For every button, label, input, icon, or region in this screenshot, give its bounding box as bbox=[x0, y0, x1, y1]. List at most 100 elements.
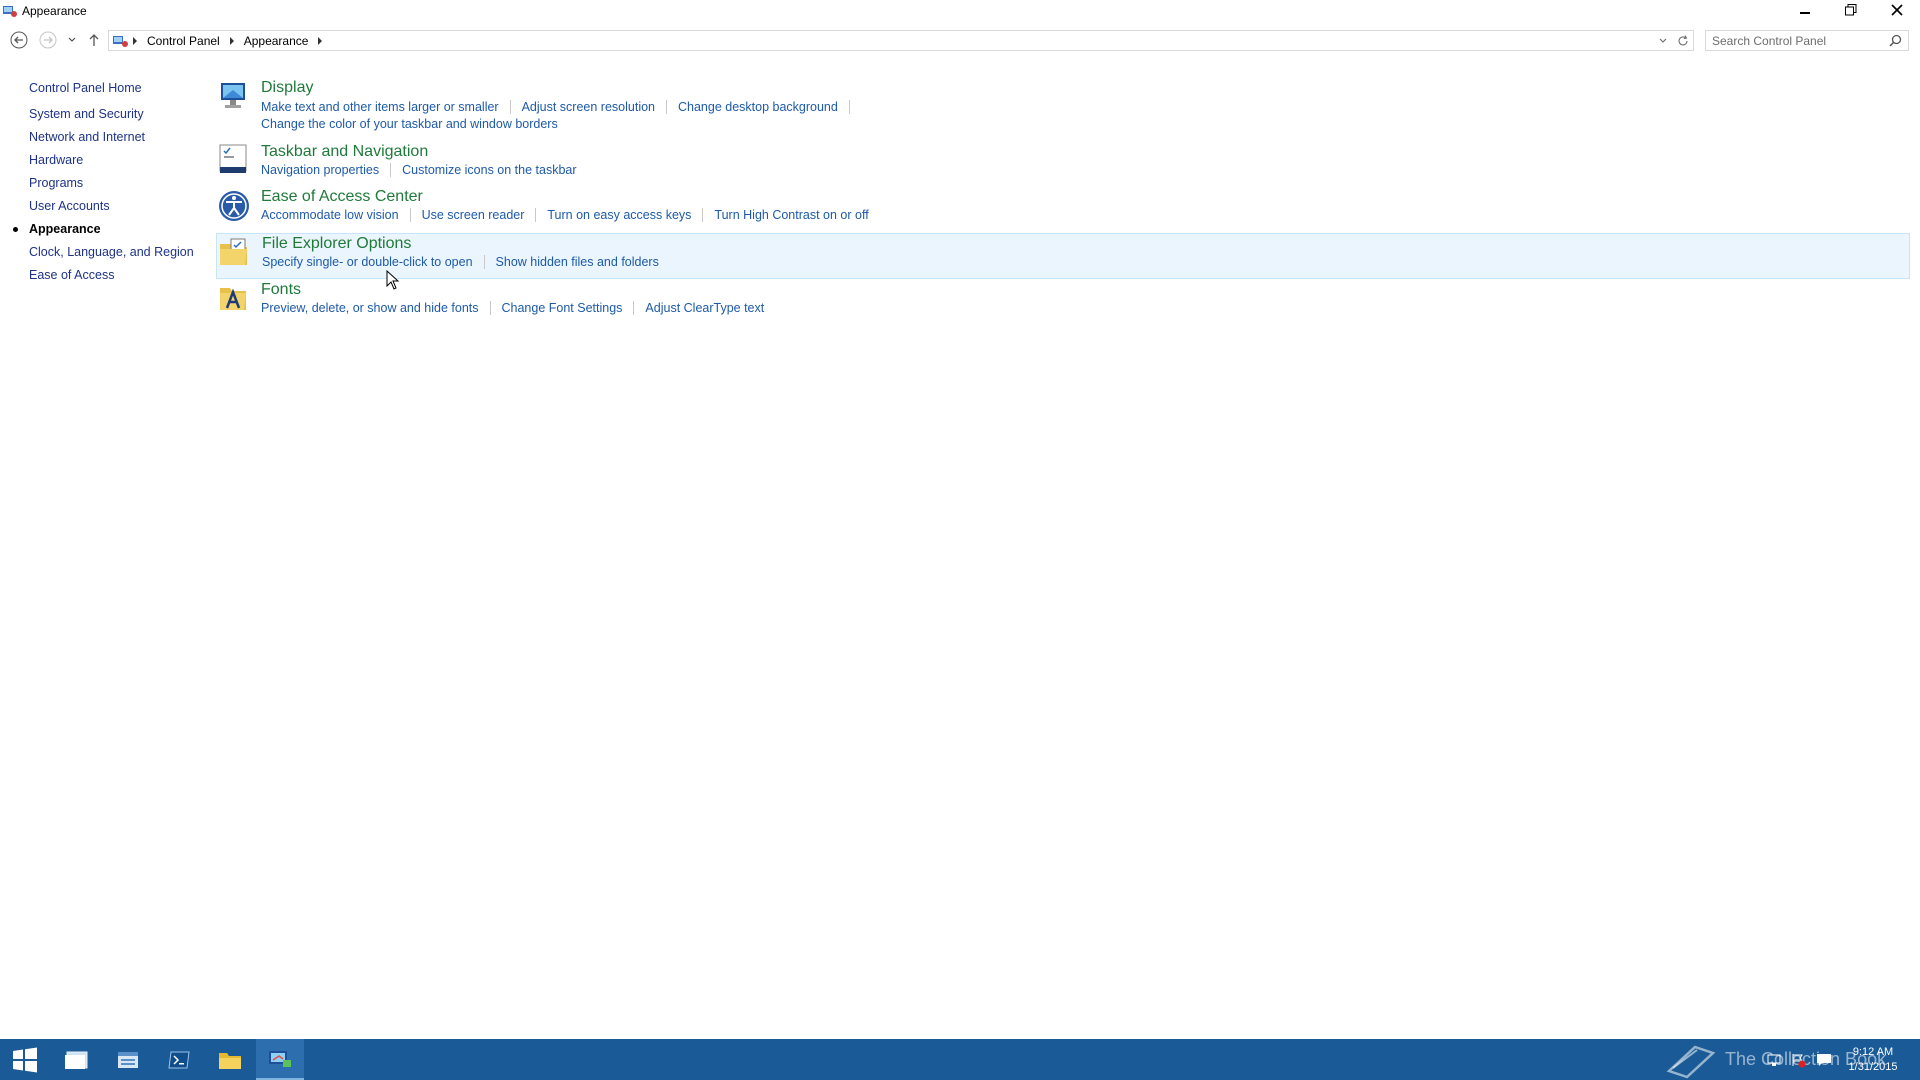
forward-button[interactable] bbox=[38, 30, 58, 50]
folder-window-icon bbox=[65, 1051, 88, 1069]
taskbar-file-explorer-button[interactable] bbox=[205, 1039, 255, 1080]
minimize-button[interactable] bbox=[1782, 0, 1828, 20]
breadcrumb-appearance[interactable]: Appearance bbox=[238, 34, 315, 48]
category-ease-of-access-center: Ease of Access Center Accommodate low vi… bbox=[216, 188, 1910, 228]
address-bar[interactable]: Control Panel Appearance bbox=[108, 30, 1694, 51]
fonts-title[interactable]: Fonts bbox=[261, 281, 301, 299]
close-button[interactable] bbox=[1874, 0, 1920, 20]
refresh-button[interactable] bbox=[1673, 34, 1693, 47]
sidebar-item-appearance[interactable]: Appearance bbox=[29, 222, 101, 236]
book-logo-icon bbox=[1666, 1045, 1716, 1078]
flag-alert-icon bbox=[1792, 1053, 1806, 1067]
back-button[interactable] bbox=[9, 30, 29, 50]
sidebar-item-ease-of-access[interactable]: Ease of Access bbox=[29, 268, 114, 282]
clock-date: 1/31/2015 bbox=[1848, 1060, 1898, 1073]
link-change-font-settings[interactable]: Change Font Settings bbox=[502, 301, 623, 315]
link-single-double-click[interactable]: Specify single- or double-click to open bbox=[262, 255, 473, 269]
search-icon[interactable] bbox=[1889, 34, 1902, 47]
folder-options-icon[interactable] bbox=[217, 235, 253, 271]
link-adjust-cleartype[interactable]: Adjust ClearType text bbox=[645, 301, 764, 315]
link-divider bbox=[483, 255, 485, 269]
link-adjust-screen-resolution[interactable]: Adjust screen resolution bbox=[522, 100, 655, 114]
notifications-tray-button[interactable] bbox=[1810, 1052, 1838, 1068]
address-history-button[interactable] bbox=[1653, 36, 1673, 46]
search-placeholder: Search Control Panel bbox=[1712, 33, 1827, 48]
network-icon bbox=[1767, 1054, 1781, 1066]
link-make-text-larger[interactable]: Make text and other items larger or smal… bbox=[261, 100, 499, 114]
forward-arrow-icon bbox=[39, 31, 57, 49]
message-icon bbox=[1817, 1053, 1831, 1066]
ease-of-access-icon[interactable] bbox=[216, 188, 252, 224]
link-divider bbox=[409, 208, 411, 222]
up-button[interactable] bbox=[84, 30, 104, 50]
chevron-down-icon bbox=[1659, 38, 1667, 43]
fonts-icon[interactable] bbox=[216, 280, 252, 316]
active-bullet-icon bbox=[13, 227, 18, 232]
taskbar-control-panel-button[interactable] bbox=[256, 1039, 304, 1080]
breadcrumb-control-panel[interactable]: Control Panel bbox=[141, 34, 226, 48]
server-manager-icon bbox=[118, 1051, 138, 1068]
chevron-down-icon bbox=[68, 37, 76, 42]
minimize-icon bbox=[1800, 12, 1810, 14]
taskbar-navigation-title[interactable]: Taskbar and Navigation bbox=[261, 143, 428, 161]
breadcrumb-separator-icon[interactable] bbox=[314, 36, 326, 45]
sidebar-item-clock-language-region[interactable]: Clock, Language, and Region bbox=[29, 245, 194, 259]
restore-button[interactable] bbox=[1828, 0, 1874, 20]
display-icon[interactable] bbox=[216, 78, 252, 114]
refresh-icon bbox=[1678, 34, 1688, 45]
control-panel-icon bbox=[2, 3, 18, 19]
control-panel-icon bbox=[113, 35, 128, 47]
close-icon bbox=[1891, 4, 1903, 16]
link-divider bbox=[535, 208, 537, 222]
up-arrow-icon bbox=[89, 34, 99, 46]
link-divider bbox=[509, 100, 511, 114]
ease-of-access-title[interactable]: Ease of Access Center bbox=[261, 188, 423, 206]
window-title: Appearance bbox=[22, 4, 87, 18]
sidebar-item-user-accounts[interactable]: User Accounts bbox=[29, 199, 110, 213]
link-change-taskbar-color[interactable]: Change the color of your taskbar and win… bbox=[261, 117, 558, 131]
system-tray: 9:12 AM 1/31/2015 bbox=[1762, 1039, 1920, 1080]
category-display: Display Make text and other items larger… bbox=[216, 78, 1910, 134]
link-navigation-properties[interactable]: Navigation properties bbox=[261, 163, 379, 177]
link-easy-access-keys[interactable]: Turn on easy access keys bbox=[547, 208, 691, 222]
link-high-contrast[interactable]: Turn High Contrast on or off bbox=[714, 208, 868, 222]
taskbar-server-manager-button[interactable] bbox=[103, 1039, 153, 1080]
taskbar-powershell-button[interactable] bbox=[154, 1039, 204, 1080]
sidebar-item-system-and-security[interactable]: System and Security bbox=[29, 107, 144, 121]
search-input[interactable]: Search Control Panel bbox=[1705, 30, 1909, 51]
link-show-hidden-files[interactable]: Show hidden files and folders bbox=[496, 255, 659, 269]
back-arrow-icon bbox=[10, 31, 28, 49]
clock[interactable]: 9:12 AM 1/31/2015 bbox=[1838, 1045, 1908, 1075]
sidebar-control-panel-home[interactable]: Control Panel Home bbox=[29, 81, 142, 95]
action-center-tray-button[interactable] bbox=[1786, 1052, 1810, 1068]
category-file-explorer-options: File Explorer Options Specify single- or… bbox=[216, 233, 1910, 279]
link-divider bbox=[489, 301, 491, 315]
link-accommodate-low-vision[interactable]: Accommodate low vision bbox=[261, 208, 399, 222]
link-divider bbox=[390, 163, 392, 177]
link-use-screen-reader[interactable]: Use screen reader bbox=[422, 208, 525, 222]
taskbar-icon[interactable] bbox=[216, 142, 252, 178]
windows-logo-icon bbox=[13, 1047, 37, 1072]
start-button[interactable] bbox=[0, 1039, 50, 1080]
network-tray-button[interactable] bbox=[1762, 1052, 1786, 1068]
breadcrumb-separator-icon[interactable] bbox=[226, 36, 238, 45]
control-panel-icon bbox=[269, 1050, 291, 1067]
link-divider bbox=[666, 100, 667, 114]
file-explorer-options-title[interactable]: File Explorer Options bbox=[262, 235, 411, 253]
link-change-desktop-background[interactable]: Change desktop background bbox=[678, 100, 838, 114]
title-bar: Appearance bbox=[0, 0, 1920, 22]
link-customize-taskbar-icons[interactable]: Customize icons on the taskbar bbox=[402, 163, 576, 177]
powershell-icon bbox=[168, 1051, 190, 1068]
link-preview-fonts[interactable]: Preview, delete, or show and hide fonts bbox=[261, 301, 479, 315]
sidebar-item-programs[interactable]: Programs bbox=[29, 176, 83, 190]
display-title[interactable]: Display bbox=[261, 79, 313, 97]
sidebar-item-hardware[interactable]: Hardware bbox=[29, 153, 83, 167]
restore-icon bbox=[1845, 4, 1857, 16]
link-divider bbox=[702, 208, 704, 222]
breadcrumb-separator-icon[interactable] bbox=[129, 36, 141, 45]
clock-time: 9:12 AM bbox=[1852, 1045, 1894, 1058]
sidebar-item-network-and-internet[interactable]: Network and Internet bbox=[29, 130, 145, 144]
taskbar-task-view-button[interactable] bbox=[51, 1039, 101, 1080]
recent-locations-button[interactable] bbox=[62, 30, 82, 50]
navigation-bar: Control Panel Appearance Search Control … bbox=[0, 28, 1920, 52]
